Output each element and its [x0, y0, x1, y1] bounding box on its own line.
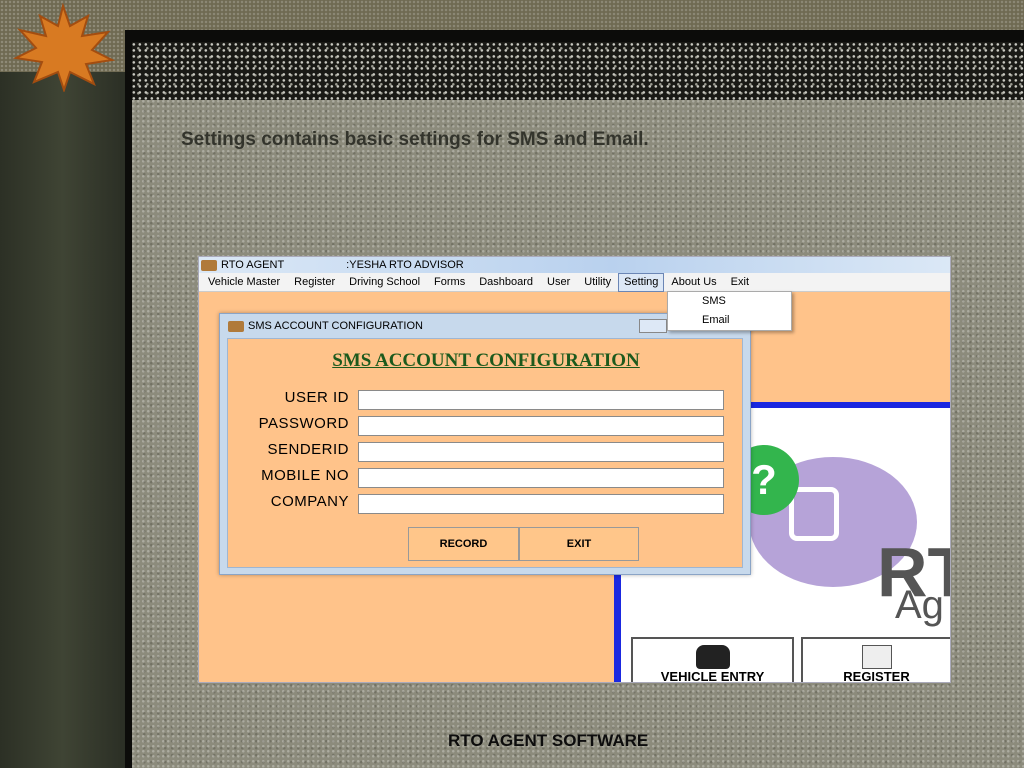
slide-divider — [125, 30, 132, 768]
menu-user[interactable]: User — [540, 274, 577, 291]
dialog-heading: SMS ACCOUNT CONFIGURATION — [332, 350, 640, 371]
slide-left-column — [0, 72, 125, 768]
app-icon — [201, 259, 217, 271]
mobile-no-input[interactable] — [358, 468, 724, 488]
slide-footer: RTO AGENT SOFTWARE — [448, 731, 649, 750]
menu-driving-school[interactable]: Driving School — [342, 274, 427, 291]
car-icon — [695, 645, 730, 669]
dialog-body: SMS ACCOUNT CONFIGURATION USER ID PASSWO… — [227, 338, 743, 568]
dropdown-item-email[interactable]: Email — [668, 311, 791, 330]
maple-leaf-icon — [12, 2, 116, 92]
exit-button[interactable]: EXIT — [519, 527, 639, 561]
mobile-no-label: MOBILE NO — [261, 467, 349, 484]
dialog-window-title: SMS ACCOUNT CONFIGURATION — [248, 320, 423, 332]
app-title: RTO AGENT — [221, 259, 285, 271]
app-screenshot: RTO AGENT :YESHA RTO ADVISOR Vehicle Mas… — [198, 256, 951, 683]
menu-about-us[interactable]: About Us — [664, 274, 723, 291]
menu-bar: Vehicle Master Register Driving School F… — [199, 272, 950, 292]
dashboard-divider — [749, 402, 950, 408]
menu-register[interactable]: Register — [287, 274, 342, 291]
record-button[interactable]: RECORD — [408, 527, 519, 561]
register-icon — [861, 645, 892, 669]
setting-dropdown: SMS Email — [667, 291, 792, 331]
menu-forms[interactable]: Forms — [427, 274, 472, 291]
sms-config-dialog: SMS ACCOUNT CONFIGURATION SMS ACCOUNT CO… — [219, 313, 751, 575]
app-titlebar: RTO AGENT :YESHA RTO ADVISOR — [199, 257, 950, 273]
user-id-input[interactable] — [358, 390, 724, 410]
vehicle-entry-label: VEHICLE ENTRY — [660, 669, 765, 683]
slide-top-strip — [0, 0, 1024, 30]
sender-id-label: SENDERID — [267, 441, 349, 458]
document-icon — [789, 487, 839, 541]
vehicle-entry-tile[interactable]: VEHICLE ENTRY — [631, 637, 794, 683]
dialog-icon — [228, 320, 244, 332]
logo-text-ag: Ag — [895, 583, 944, 627]
register-label: REGISTER — [843, 669, 910, 683]
sender-id-input[interactable] — [358, 442, 724, 462]
company-input[interactable] — [358, 494, 724, 514]
user-id-label: USER ID — [284, 389, 349, 406]
menu-utility[interactable]: Utility — [577, 274, 618, 291]
register-tile[interactable]: REGISTER — [801, 637, 950, 683]
menu-exit[interactable]: Exit — [724, 274, 756, 291]
menu-setting[interactable]: Setting — [618, 272, 665, 292]
app-subtitle: :YESHA RTO ADVISOR — [346, 259, 464, 271]
menu-dashboard[interactable]: Dashboard — [472, 274, 540, 291]
password-label: PASSWORD — [258, 415, 349, 432]
password-input[interactable] — [358, 416, 724, 436]
dropdown-item-sms[interactable]: SMS — [668, 292, 791, 311]
slide-top-bar — [125, 30, 1024, 42]
menu-vehicle-master[interactable]: Vehicle Master — [201, 274, 287, 291]
slide-header-band — [132, 42, 1024, 100]
minimize-button[interactable] — [639, 319, 667, 333]
company-label: COMPANY — [270, 493, 349, 510]
slide-heading: Settings contains basic settings for SMS… — [181, 129, 649, 150]
